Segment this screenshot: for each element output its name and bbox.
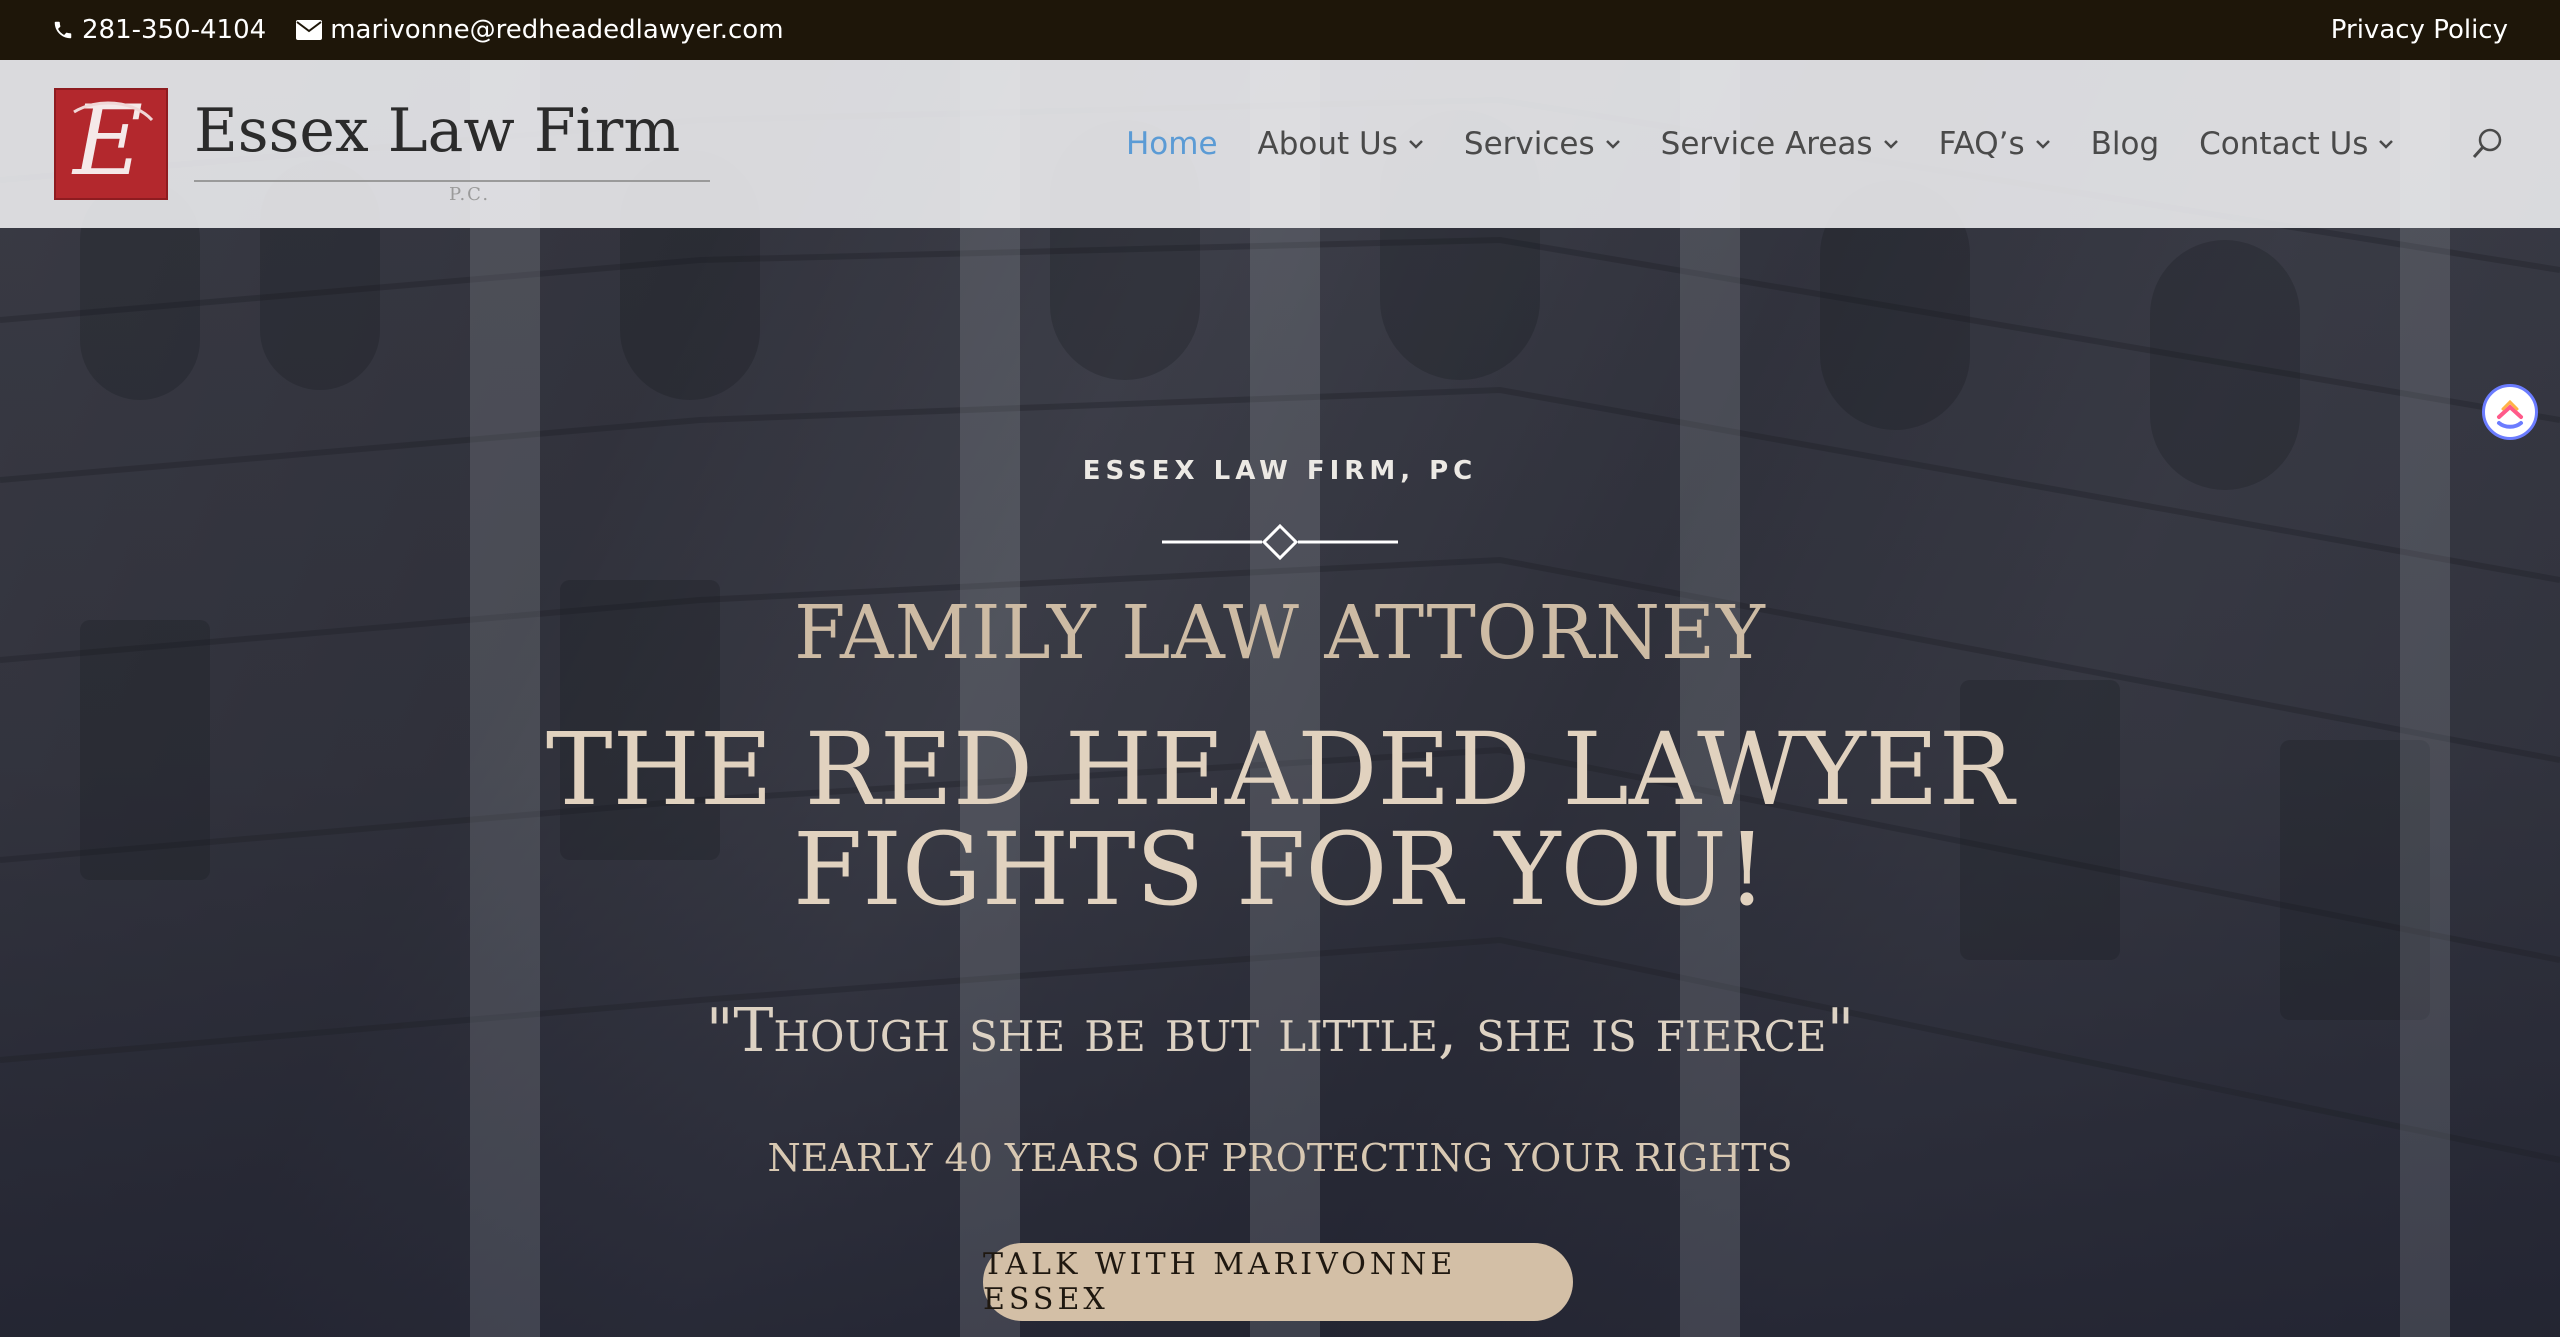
hero-quote: "Though she be but little, she is fierce…	[705, 996, 1855, 1066]
hero-headline-line1: THE RED HEADED LAWYER	[545, 711, 2015, 828]
hero-kicker: ESSEX LAW FIRM, PC	[1082, 456, 1478, 486]
hero-headline-line2: FIGHTS FOR YOU!	[793, 811, 1767, 928]
diamond-divider	[1162, 523, 1398, 561]
hero-subtitle: FAMILY LAW ATTORNEY	[794, 590, 1766, 676]
hero-headline: THE RED HEADED LAWYER FIGHTS FOR YOU!	[0, 720, 2560, 920]
floating-widget-button[interactable]	[2482, 384, 2538, 440]
hero-years: NEARLY 40 YEARS OF PROTECTING YOUR RIGHT…	[767, 1136, 1793, 1180]
cta-button[interactable]: TALK WITH MARIVONNE ESSEX	[983, 1243, 1573, 1321]
clickup-icon	[2497, 399, 2523, 429]
hero-section: ESSEX LAW FIRM, PC FAMILY LAW ATTORNEY T…	[0, 0, 2560, 1337]
